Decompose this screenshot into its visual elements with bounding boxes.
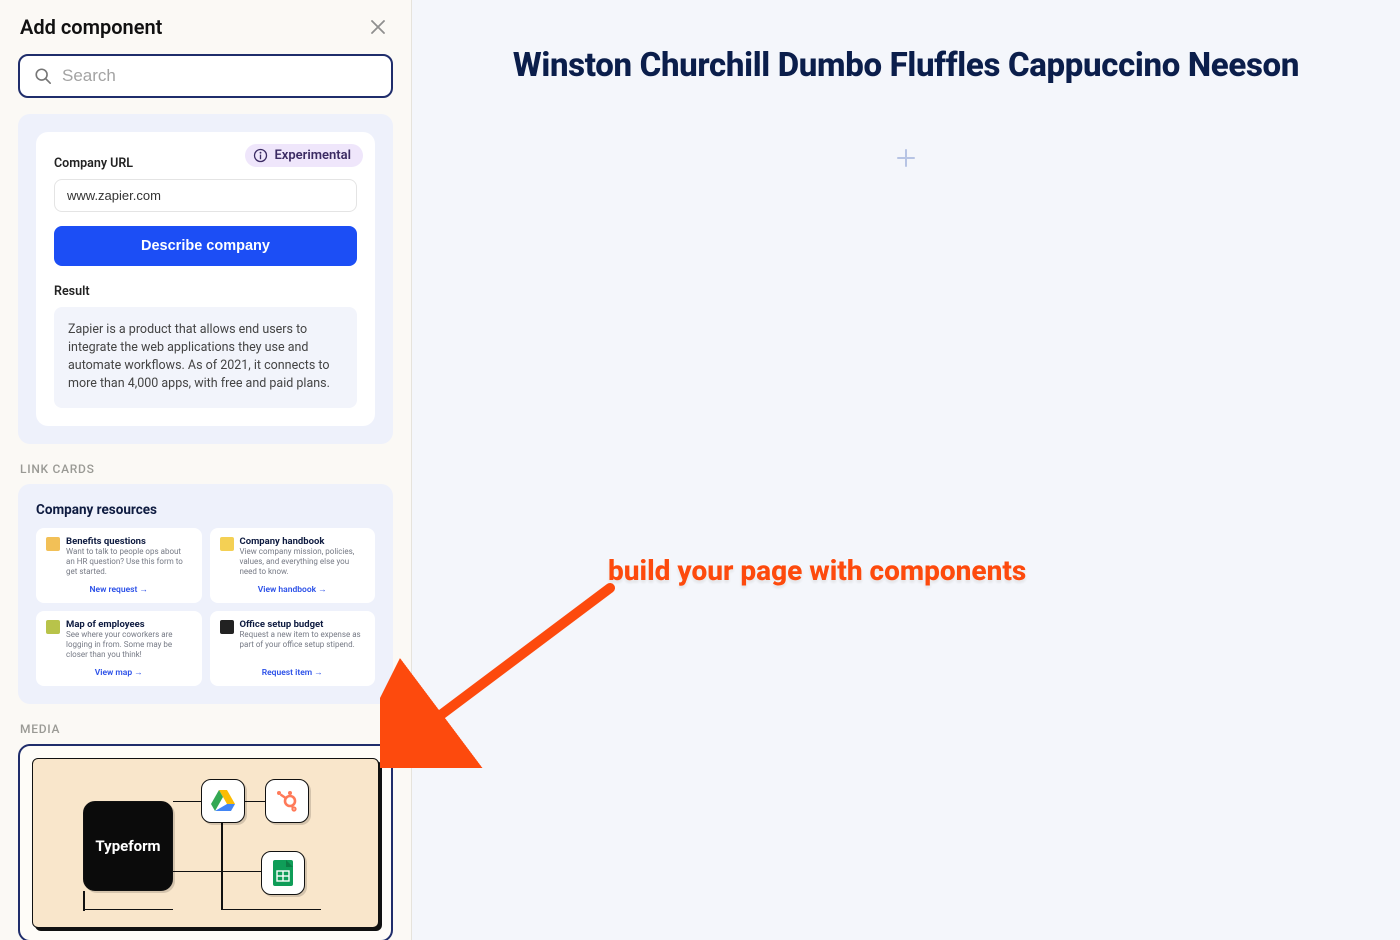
connector-line — [221, 909, 321, 911]
search-input[interactable] — [62, 66, 377, 86]
panel-header: Add component — [0, 0, 411, 44]
connector-line — [173, 871, 263, 873]
link-card: Office setup budget Request a new item t… — [210, 611, 376, 686]
link-cards-grid: Benefits questions Want to talk to peopl… — [36, 528, 375, 686]
connector-line — [243, 801, 267, 803]
add-component-slot[interactable] — [891, 143, 921, 173]
page-canvas[interactable]: Winston Churchill Dumbo Fluffles Cappucc… — [412, 0, 1400, 940]
card-desc: See where your coworkers are logging in … — [66, 630, 192, 661]
link-card: Map of employees See where your coworker… — [36, 611, 202, 686]
experimental-badge: Experimental — [245, 144, 363, 167]
describe-company-button[interactable]: Describe company — [54, 226, 357, 266]
card-cta: New request → — [46, 584, 192, 595]
add-component-panel: Add component Experimental Company URL D… — [0, 0, 412, 940]
card-cta: Request item → — [220, 667, 366, 678]
info-icon — [253, 148, 268, 163]
close-button[interactable] — [365, 14, 391, 40]
card-title: Office setup budget — [240, 619, 366, 630]
plus-icon — [896, 148, 916, 168]
card-title: Company handbook — [240, 536, 366, 547]
media-scene: Typeform — [32, 758, 379, 928]
page-title[interactable]: Winston Churchill Dumbo Fluffles Cappucc… — [412, 46, 1400, 85]
card-icon — [220, 620, 234, 634]
panel-title: Add component — [20, 15, 162, 39]
card-icon — [46, 537, 60, 551]
ai-preview-inner: Experimental Company URL Describe compan… — [36, 132, 375, 426]
section-label-link-cards: LINK CARDS — [20, 462, 393, 476]
component-option-media[interactable]: Typeform — [18, 744, 393, 940]
component-option-ai[interactable]: Experimental Company URL Describe compan… — [18, 114, 393, 444]
component-list[interactable]: Experimental Company URL Describe compan… — [0, 110, 411, 940]
card-desc: Request a new item to expense as part of… — [240, 630, 366, 651]
close-icon — [371, 20, 385, 34]
connector-line — [83, 891, 85, 911]
typeform-node: Typeform — [83, 801, 173, 891]
card-desc: View company mission, policies, values, … — [240, 547, 366, 578]
google-drive-icon — [201, 779, 245, 823]
search-icon — [34, 67, 52, 85]
card-title: Map of employees — [66, 619, 192, 630]
company-url-input[interactable] — [54, 179, 357, 212]
card-title: Benefits questions — [66, 536, 192, 547]
connector-line — [173, 801, 203, 803]
connector-line — [221, 822, 223, 910]
hubspot-icon — [265, 779, 309, 823]
link-cards-heading: Company resources — [36, 502, 375, 518]
card-icon — [220, 537, 234, 551]
section-label-media: MEDIA — [20, 722, 393, 736]
result-text: Zapier is a product that allows end user… — [54, 307, 357, 408]
card-desc: Want to talk to people ops about an HR q… — [66, 547, 192, 578]
link-card: Company handbook View company mission, p… — [210, 528, 376, 603]
connector-line — [83, 909, 173, 911]
card-cta: View map → — [46, 667, 192, 678]
badge-text: Experimental — [274, 148, 351, 163]
card-cta: View handbook → — [220, 584, 366, 595]
link-card: Benefits questions Want to talk to peopl… — [36, 528, 202, 603]
google-sheets-icon — [261, 851, 305, 895]
typeform-label: Typeform — [95, 837, 160, 855]
search-box[interactable] — [18, 54, 393, 98]
result-label: Result — [54, 284, 357, 299]
component-option-link-cards[interactable]: Company resources Benefits questions Wan… — [18, 484, 393, 704]
search-wrap — [0, 44, 411, 110]
card-icon — [46, 620, 60, 634]
